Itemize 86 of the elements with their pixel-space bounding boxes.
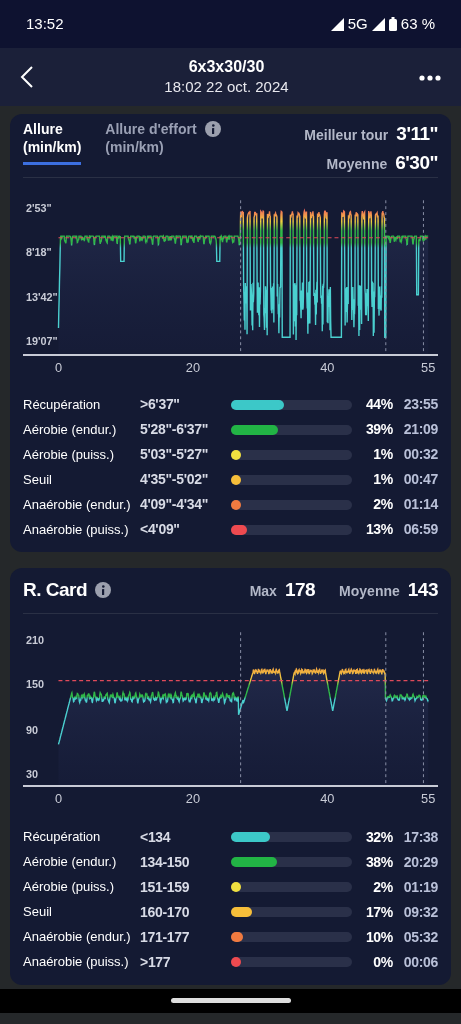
metric-tab[interactable]: Allure d'effort (min/km) [105,120,221,165]
axis-label: 30 [25,767,38,780]
axis-label: 210 [25,633,45,646]
zone-time: 01:14 [402,495,438,514]
zone-percent: 17% [364,902,393,922]
card-title: R. Card [23,578,88,602]
zone-name: Anaérobie (puiss.) [23,520,130,539]
status-time: 13:52 [26,13,64,34]
zone-range: 5'03"-5'27" [140,445,209,464]
axis-label: 150 [25,677,45,690]
zone-range: 151-159 [140,877,191,897]
battery-icon [388,17,397,31]
axis-label: 0 [54,359,63,375]
stat-value: 143 [407,578,438,602]
stat-value: 6'30" [395,150,438,175]
zone-percent: 0% [372,952,393,972]
zone-range: <4'09" [140,520,181,539]
axis-label: 19'07" [25,335,58,348]
zone-time: 20:29 [402,852,438,872]
zone-time: 01:19 [402,877,438,897]
zone-percent: 1% [372,470,393,489]
axis-label: 20 [185,359,200,375]
stat-label: Moyenne [326,154,388,174]
zone-range: >177 [140,952,172,972]
stat-value: 3'11" [396,122,438,146]
zone-time: 06:59 [402,520,438,539]
zone-name: Anaérobie (puiss.) [23,953,130,972]
zone-name: Récupération [23,395,102,414]
axis-label: 90 [25,723,38,736]
zone-percent: 44% [364,395,393,414]
zone-time: 00:47 [402,470,438,489]
zone-percent: 10% [364,927,393,947]
axis-label: 55 [421,790,436,806]
zone-percent: 13% [364,520,393,539]
network-label: 5G [347,13,368,34]
axis-label: 20 [185,790,200,806]
zone-time: 23:55 [402,395,438,414]
stat-label: Meilleur tour [304,126,389,145]
zone-name: Anaérobie (endur.) [23,928,132,947]
axis-label: 40 [320,790,335,806]
zone-percent: 2% [372,495,393,514]
zone-name: Aérobie (puiss.) [23,878,116,897]
zone-time: 00:06 [402,952,438,972]
stat-label: Moyenne [339,582,400,601]
zone-percent: 2% [372,877,393,897]
zone-percent: 38% [364,852,393,872]
zone-range: 134-150 [140,852,191,872]
zone-time: 17:38 [402,827,438,847]
stat-label: Max [249,582,277,601]
zone-range: 4'09"-4'34" [140,495,209,514]
zone-time: 05:32 [402,927,438,947]
zone-name: Aérobie (endur.) [23,853,118,872]
metric-tab[interactable]: Allure (min/km) [23,120,82,165]
zone-percent: 39% [364,420,393,439]
axis-label: 40 [320,359,335,375]
stat-value: 178 [284,578,316,602]
zone-range: 5'28"-6'37" [140,420,209,439]
zone-name: Seuil [23,903,53,922]
back-icon [20,65,34,90]
zone-range: 171-177 [140,927,191,947]
zone-time: 00:32 [402,445,438,464]
signal-icon [330,17,344,31]
zone-range: <134 [140,827,172,847]
zone-percent: 1% [372,445,393,464]
zone-name: Anaérobie (endur.) [23,495,132,514]
zone-range: 160-170 [140,902,191,922]
activity-date: 18:02 22 oct. 2024 [164,77,289,97]
axis-label: 2'53" [25,202,52,215]
axis-label: 55 [421,359,436,375]
zone-name: Seuil [23,470,53,489]
zone-name: Aérobie (endur.) [23,420,118,439]
zone-range: >6'37" [140,395,181,414]
zone-time: 09:32 [402,902,438,922]
zone-name: Aérobie (puiss.) [23,445,116,464]
axis-label: 8'18" [25,246,52,259]
zone-percent: 32% [364,827,393,847]
axis-label: 0 [54,790,63,806]
axis-label: 13'42" [25,290,58,303]
signal-icon [371,17,385,31]
more-icon [419,74,441,81]
zone-range: 4'35"-5'02" [140,470,209,489]
zone-time: 21:09 [402,420,438,439]
activity-title: 6x3x30/30 [187,57,266,77]
battery-level: 63 % [400,13,435,34]
zone-name: Récupération [23,828,102,847]
back-button[interactable] [20,64,34,90]
